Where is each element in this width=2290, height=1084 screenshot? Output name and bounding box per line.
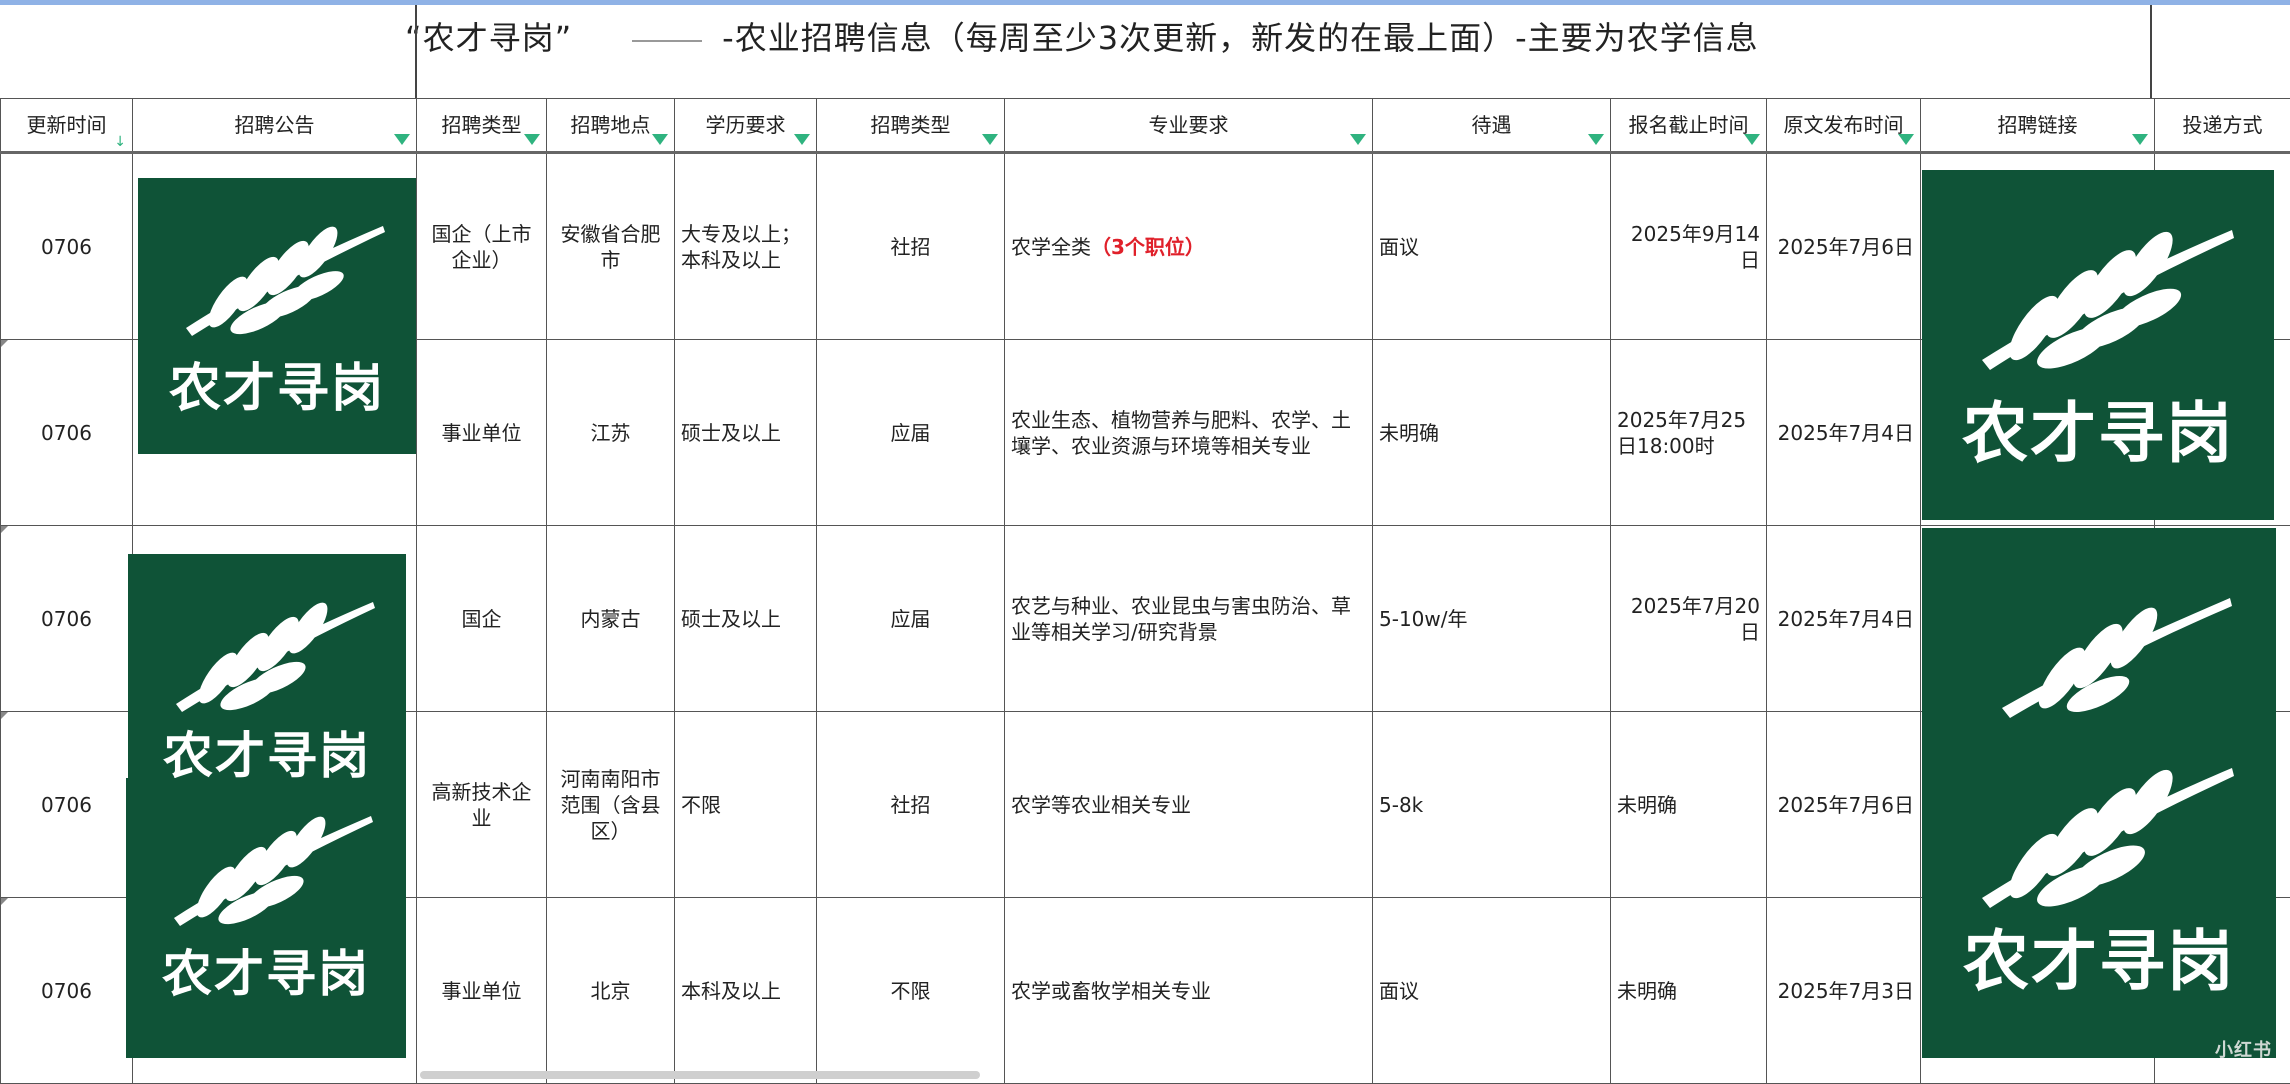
logo-notice-2: 农才寻岗 [128,554,406,794]
col-header-location[interactable]: 招聘地点 [547,99,675,153]
major-text: 农学等农业相关专业 [1011,793,1191,817]
cell-location[interactable]: 内蒙古 [547,526,675,712]
col-header-update-time[interactable]: 更新时间↓ [1,99,133,153]
cell-deadline[interactable]: 未明确 [1611,712,1767,898]
cell-published[interactable]: 2025年7月6日 [1767,712,1921,898]
cell-org-type[interactable]: 国企 [417,526,547,712]
cell-hire-type[interactable]: 不限 [817,898,1005,1084]
cell-org-type[interactable]: 事业单位 [417,340,547,526]
logo-text: 农才寻岗 [1922,380,2274,476]
filter-icon[interactable] [524,134,540,145]
col-header-salary[interactable]: 待遇 [1373,99,1611,153]
major-text: 农学全类 [1011,235,1091,259]
title-obscured-gap [572,24,722,56]
cell-hire-type[interactable]: 社招 [817,712,1005,898]
comment-marker-icon [1,526,8,533]
filter-icon[interactable] [794,134,810,145]
filter-icon[interactable] [1350,134,1366,145]
cell-deadline[interactable]: 2025年9月14日 [1611,153,1767,340]
col-header-notice[interactable]: 招聘公告 [133,99,417,153]
page-title: “农才寻岗” -农业招聘信息（每周至少3次更新，新发的在最上面）-主要为农学信息 [405,13,1759,59]
cell-published[interactable]: 2025年7月4日 [1767,340,1921,526]
col-header-link[interactable]: 招聘链接 [1921,99,2155,153]
filter-icon[interactable] [1588,134,1604,145]
col-header-hire-type[interactable]: 招聘类型 [817,99,1005,153]
logo-text: 农才寻岗 [1922,908,2276,1004]
title-description: -农业招聘信息（每周至少3次更新，新发的在最上面）-主要为农学信息 [722,19,1758,57]
cell-education[interactable]: 硕士及以上 [675,526,817,712]
cell-education[interactable]: 不限 [675,712,817,898]
cell-major[interactable]: 农学全类（3个职位） [1005,153,1373,340]
filter-icon[interactable] [652,134,668,145]
major-text: 农艺与种业、农业昆虫与害虫防治、草业等相关学习/研究背景 [1011,594,1351,644]
comment-marker-icon [1,712,8,719]
col-header-education[interactable]: 学历要求 [675,99,817,153]
logo-text: 农才寻岗 [126,934,406,1006]
cell-org-type[interactable]: 高新技术企业 [417,712,547,898]
major-text: 农业生态、植物营养与肥料、农学、土壤学、农业资源与环境等相关专业 [1011,408,1351,458]
col-header-major[interactable]: 专业要求 [1005,99,1373,153]
title-brand: “农才寻岗” [405,19,572,57]
cell-hire-type[interactable]: 应届 [817,340,1005,526]
title-divider-right [2150,5,2152,98]
cell-location[interactable]: 江苏 [547,340,675,526]
cell-salary[interactable]: 面议 [1373,153,1611,340]
col-header-published[interactable]: 原文发布时间 [1767,99,1921,153]
cell-deadline[interactable]: 2025年7月20日 [1611,526,1767,712]
cell-deadline[interactable]: 2025年7月25日18:00时 [1611,340,1767,526]
logo-link-1: 农才寻岗 [1922,170,2274,520]
filter-icon[interactable] [982,134,998,145]
cell-deadline[interactable]: 未明确 [1611,898,1767,1084]
cell-hire-type[interactable]: 社招 [817,153,1005,340]
major-text: 农学或畜牧学相关专业 [1011,979,1211,1003]
title-divider-left [415,5,417,98]
comment-marker-icon [1,898,8,905]
cell-major[interactable]: 农业生态、植物营养与肥料、农学、土壤学、农业资源与环境等相关专业 [1005,340,1373,526]
cell-salary[interactable]: 5-8k [1373,712,1611,898]
cell-update-time[interactable]: 0706 [1,153,133,340]
filter-icon[interactable] [1744,134,1760,145]
col-header-deadline[interactable]: 报名截止时间 [1611,99,1767,153]
header-row: 更新时间↓ 招聘公告 招聘类型 招聘地点 学历要求 招聘类型 专业要求 待遇 报… [1,99,2290,153]
cell-org-type[interactable]: 国企（上市企业） [417,153,547,340]
col-header-org-type[interactable]: 招聘类型 [417,99,547,153]
filter-icon[interactable] [2132,134,2148,145]
cell-update-time[interactable]: 0706 [1,340,133,526]
logo-text: 农才寻岗 [138,346,416,421]
cell-major[interactable]: 农艺与种业、农业昆虫与害虫防治、草业等相关学习/研究背景 [1005,526,1373,712]
sort-down-icon[interactable]: ↓ [114,135,126,149]
cell-education[interactable]: 硕士及以上 [675,340,817,526]
filter-icon[interactable] [394,134,410,145]
cell-hire-type[interactable]: 应届 [817,526,1005,712]
cell-location[interactable]: 北京 [547,898,675,1084]
cell-salary[interactable]: 未明确 [1373,340,1611,526]
logo-link-2: 农才寻岗 [1922,528,2276,1058]
cell-salary[interactable]: 面议 [1373,898,1611,1084]
cell-published[interactable]: 2025年7月6日 [1767,153,1921,340]
cell-update-time[interactable]: 0706 [1,526,133,712]
filter-icon[interactable] [1898,134,1914,145]
cell-education[interactable]: 大专及以上；本科及以上 [675,153,817,340]
col-header-delivery[interactable]: 投递方式 [2155,99,2290,153]
cell-major[interactable]: 农学等农业相关专业 [1005,712,1373,898]
wheat-icon [126,778,406,1058]
cell-major[interactable]: 农学或畜牧学相关专业 [1005,898,1373,1084]
cell-education[interactable]: 本科及以上 [675,898,817,1084]
major-highlight: （3个职位） [1091,235,1205,259]
logo-notice-1: 农才寻岗 [138,178,416,454]
comment-marker-icon [1,340,8,347]
cell-location[interactable]: 安徽省合肥市 [547,153,675,340]
watermark-badge: 小红书 [2215,1036,2272,1062]
cell-org-type[interactable]: 事业单位 [417,898,547,1084]
logo-notice-3: 农才寻岗 [126,778,406,1058]
cell-published[interactable]: 2025年7月4日 [1767,526,1921,712]
cell-location[interactable]: 河南南阳市范围（含县区） [547,712,675,898]
cell-published[interactable]: 2025年7月3日 [1767,898,1921,1084]
title-row: “农才寻岗” -农业招聘信息（每周至少3次更新，新发的在最上面）-主要为农学信息 [0,5,2290,100]
cell-salary[interactable]: 5-10w/年 [1373,526,1611,712]
horizontal-scrollbar[interactable] [420,1071,980,1079]
cell-update-time[interactable]: 0706 [1,712,133,898]
cell-update-time[interactable]: 0706 [1,898,133,1084]
